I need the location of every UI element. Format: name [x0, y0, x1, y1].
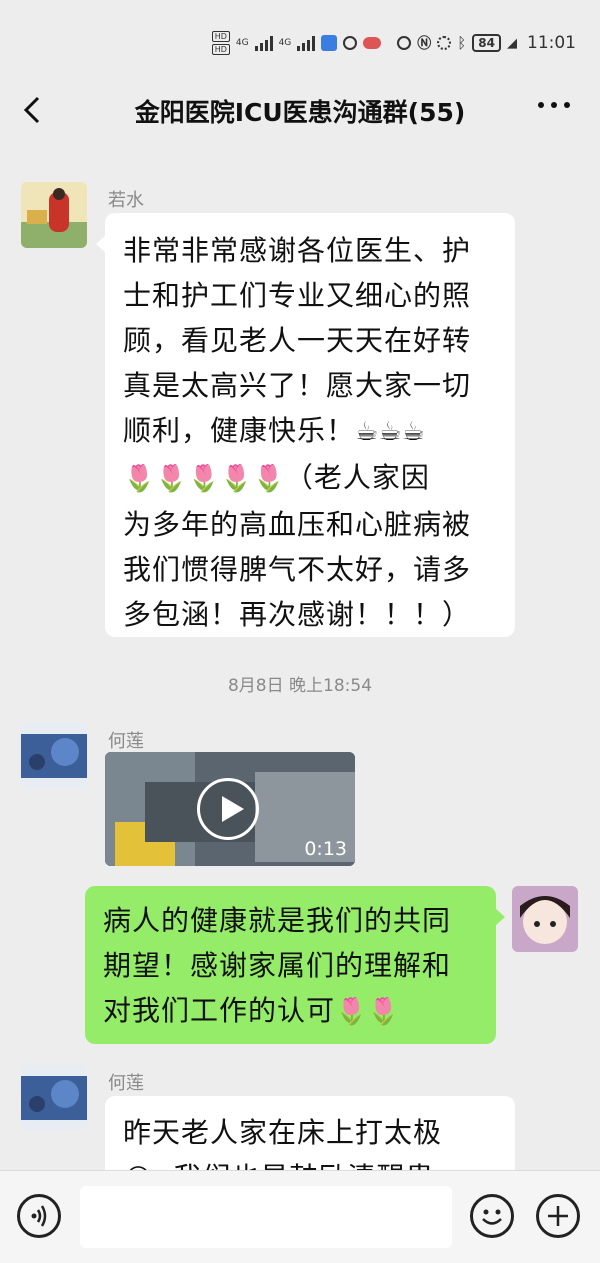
tulip-emoji-icon: 🌷🌷 [335, 997, 400, 1027]
bubble-tail [105, 1118, 106, 1136]
message-line: 非常非常感谢各位医生、护 [123, 234, 472, 267]
avatar-image [21, 182, 87, 248]
signal-icon-1 [254, 35, 273, 51]
message-text: 顺利，健康快乐！ [123, 414, 356, 447]
circle-icon [343, 36, 358, 50]
message-bubble-self[interactable]: 病人的健康就是我们的共同 期望！感谢家属们的理解和 对我们工作的认可🌷🌷 [85, 886, 505, 1044]
cloud-icon [363, 37, 382, 49]
clock-time: 11:01 [527, 33, 576, 53]
message-line: 士和护工们专业又细心的照 [123, 279, 472, 312]
network-type-2: 4G [278, 37, 292, 48]
message-text: 对我们工作的认可 [103, 994, 336, 1027]
chat-input-bar [0, 1170, 600, 1263]
leaf-icon: ◢ [507, 35, 517, 51]
avatar-image [512, 886, 578, 952]
tulip-emoji-icon: 🌷🌷🌷🌷🌷 [123, 464, 285, 494]
message-line: 真是太高兴了！愿大家一切 [123, 369, 472, 402]
sender-name: 若水 [108, 190, 144, 211]
avatar[interactable] [21, 1064, 87, 1130]
avatar-image [21, 1064, 87, 1130]
settings-icon [437, 36, 452, 50]
bubble-tail [96, 235, 106, 253]
status-icons: HD HD 4G 4G Ⓝ ᛒ 84 ◢ 11:01 [211, 30, 576, 56]
message-line: 病人的健康就是我们的共同 [103, 904, 452, 937]
avatar-image [21, 722, 87, 788]
chat-title: 金阳医院ICU医患沟通群(55) [134, 98, 466, 127]
message-bubble[interactable]: 非常非常感谢各位医生、护 士和护工们专业又细心的照 顾，看见老人一天天在好转 真… [96, 213, 515, 637]
voice-icon [31, 1205, 47, 1227]
alarm-icon [397, 36, 412, 50]
message-line: 顺利，健康快乐！☕☕☕ [123, 408, 497, 455]
sender-name: 何莲 [108, 731, 144, 752]
status-bar: HD HD 4G 4G Ⓝ ᛒ 84 ◢ 11:01 [0, 0, 600, 78]
smiley-icon [482, 1209, 502, 1225]
plus-icon [548, 1206, 568, 1226]
network-type-1: 4G [235, 37, 249, 48]
chat-header: 金阳医院ICU医患沟通群(55) [0, 78, 600, 144]
timestamp: 8月8日 晚上18:54 [227, 676, 373, 696]
message-line: 顾，看见老人一天天在好转 [123, 324, 472, 357]
avatar[interactable] [21, 722, 87, 788]
more-options-icon[interactable] [538, 102, 570, 108]
message-line: 对我们工作的认可🌷🌷 [103, 988, 478, 1035]
emoji-button[interactable] [470, 1194, 514, 1238]
coffee-emoji-icon: ☕☕☕ [355, 417, 425, 447]
nfc-icon: Ⓝ [417, 36, 432, 52]
message-line: 多包涵！再次感谢！！！） [123, 598, 472, 631]
app-notification-icon [321, 35, 338, 51]
video-duration: 0:13 [304, 838, 347, 860]
bluetooth-icon: ᛒ [457, 34, 467, 52]
message-line: 我们惯得脾气不太好，请多 [123, 553, 472, 586]
message-line: 🌷🌷🌷🌷🌷（老人家因 [123, 455, 497, 502]
self-avatar[interactable] [512, 886, 578, 952]
battery-icon: 84 [472, 34, 501, 52]
more-functions-button[interactable] [536, 1194, 580, 1238]
dual-sim-indicator: HD HD [211, 31, 230, 55]
message-line: 昨天老人家在床上打太极 [123, 1116, 443, 1149]
message-text: （老人家因 [284, 461, 430, 494]
message-input[interactable] [80, 1186, 452, 1248]
bubble-tail [495, 908, 505, 926]
avatar[interactable] [21, 182, 87, 248]
play-icon[interactable] [197, 778, 259, 840]
signal-icon-2 [297, 35, 316, 51]
message-line: 期望！感谢家属们的理解和 [103, 949, 452, 982]
sender-name: 何莲 [108, 1073, 144, 1094]
message-line: 为多年的高血压和心脏病被 [123, 508, 472, 541]
voice-input-button[interactable] [17, 1194, 61, 1238]
video-message[interactable]: 0:13 [105, 752, 355, 866]
